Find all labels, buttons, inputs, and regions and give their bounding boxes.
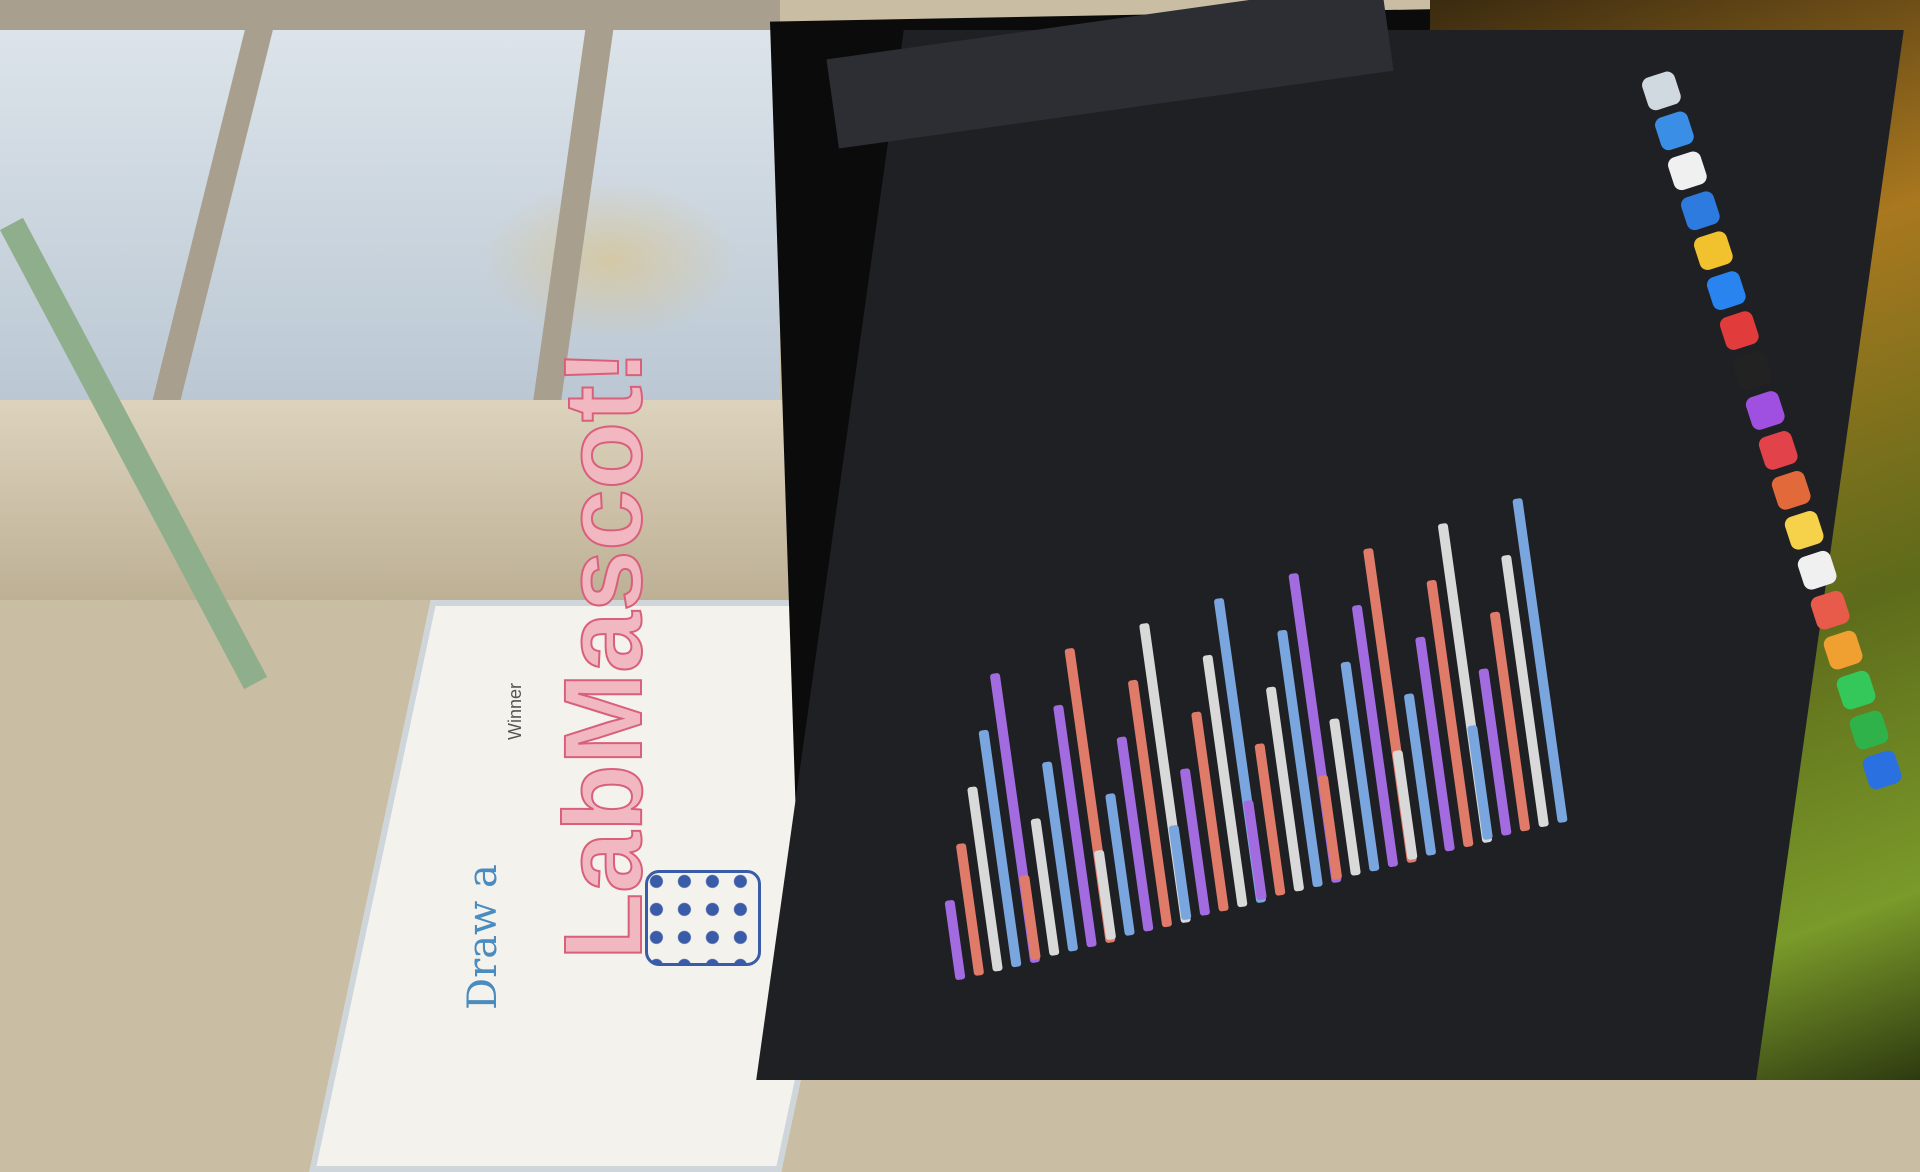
code-line [1019,874,1041,961]
mascot-drawing [645,870,761,966]
whiteboard-draw-text: Draw a [460,864,506,1010]
window-mullion [147,0,281,420]
whiteboard-title: LabMascot! [541,348,666,961]
code-area [944,420,1570,1040]
tree-through-window [480,180,740,340]
code-line [1168,824,1192,921]
whiteboard-winner-label: Winner [505,682,525,740]
window-mullion [0,0,780,30]
code-line [1093,849,1117,941]
